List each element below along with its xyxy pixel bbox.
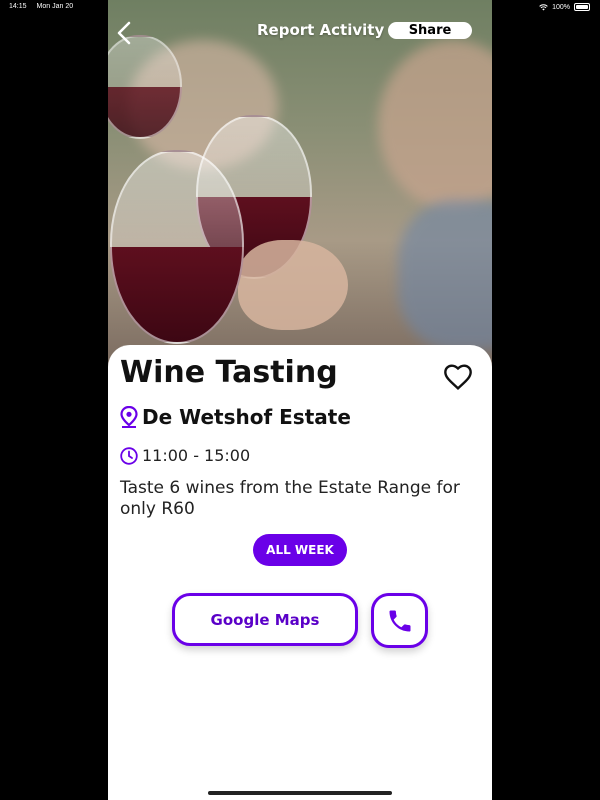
battery-percent: 100%	[552, 3, 570, 11]
event-info-card: Wine Tasting De Wetshof Estate 11:00 - 1…	[108, 345, 492, 800]
clock-icon	[120, 446, 138, 465]
schedule-badge: ALL WEEK	[253, 534, 347, 566]
status-time: 14:15	[9, 3, 27, 10]
status-date: Mon Jan 20	[36, 3, 74, 10]
call-button[interactable]	[371, 593, 428, 648]
event-detail-screen: Report Activity Share Wine Tasting De We…	[108, 0, 492, 800]
share-button[interactable]: Share	[388, 22, 472, 39]
chevron-left-icon	[117, 21, 131, 45]
event-time-row: 11:00 - 15:00	[120, 446, 250, 465]
google-maps-button[interactable]: Google Maps	[172, 593, 358, 646]
favorite-button[interactable]	[442, 361, 474, 393]
back-button[interactable]	[112, 20, 136, 46]
event-location-row: De Wetshof Estate	[120, 405, 351, 429]
event-hero-image: Report Activity Share	[108, 0, 492, 370]
location-pin-icon	[120, 406, 138, 428]
battery-icon	[574, 3, 590, 11]
heart-outline-icon	[444, 364, 472, 390]
device-screen: 14:15 Mon Jan 20 100% Report Activity Sh…	[0, 0, 600, 800]
status-right: 100%	[539, 3, 590, 11]
wifi-icon	[539, 3, 548, 10]
event-time: 11:00 - 15:00	[142, 446, 251, 465]
phone-icon	[389, 610, 410, 631]
home-indicator[interactable]	[208, 791, 392, 795]
report-activity-link[interactable]: Report Activity	[257, 21, 384, 39]
event-location: De Wetshof Estate	[142, 405, 351, 429]
event-title: Wine Tasting	[120, 355, 338, 390]
status-left: 14:15 Mon Jan 20	[9, 3, 83, 10]
event-description: Taste 6 wines from the Estate Range for …	[120, 478, 460, 519]
